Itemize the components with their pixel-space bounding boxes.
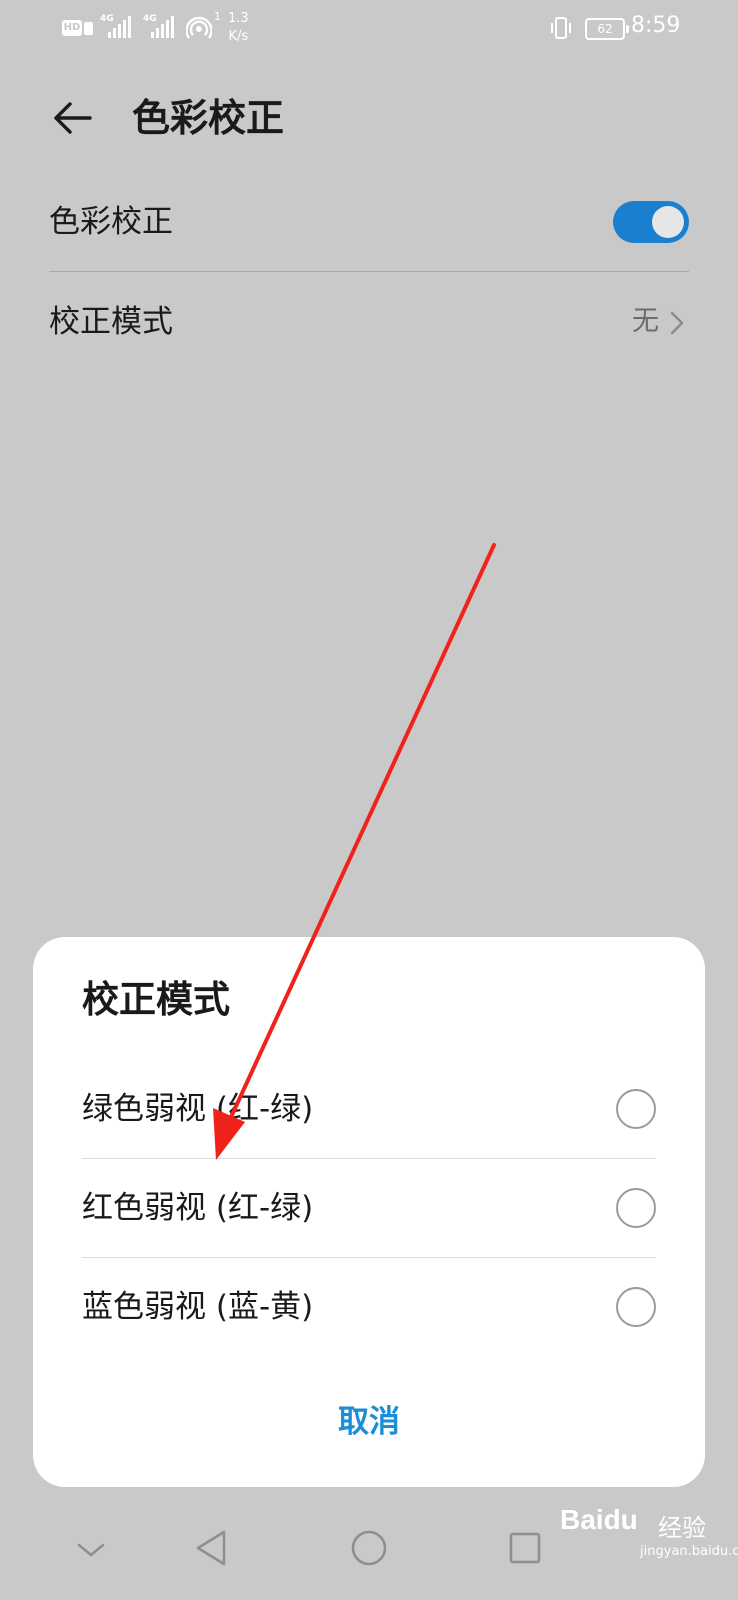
home-icon[interactable]	[347, 1526, 391, 1570]
radio-button[interactable]	[616, 1287, 656, 1327]
option-label: 红色弱视 (红-绿)	[82, 1190, 314, 1226]
option-deuteranomaly[interactable]: 绿色弱视 (红-绿)	[82, 1061, 656, 1157]
hotspot-count: 1	[214, 10, 221, 23]
nav-back-icon[interactable]	[190, 1526, 234, 1570]
correction-mode-dialog: 校正模式 绿色弱视 (红-绿) 红色弱视 (红-绿) 蓝色弱视 (蓝-黄) 取消	[33, 937, 705, 1487]
recent-apps-icon[interactable]	[505, 1528, 545, 1568]
color-correction-row[interactable]: 色彩校正	[49, 174, 689, 270]
correction-mode-label: 校正模式	[49, 304, 173, 340]
status-bar: HD 4G 4G 1 1.3 K/s 62 8:59	[0, 0, 738, 60]
signal-strength-icon: 4G	[143, 14, 177, 38]
option-tritanomaly[interactable]: 蓝色弱视 (蓝-黄)	[82, 1259, 656, 1355]
sim-card-icon	[84, 22, 93, 35]
hotspot-icon	[186, 16, 212, 39]
vibrate-icon	[551, 17, 571, 39]
battery-icon: 62	[585, 18, 629, 40]
color-correction-label: 色彩校正	[49, 204, 173, 240]
chevron-right-icon	[670, 311, 684, 335]
divider	[82, 1158, 656, 1159]
color-correction-switch[interactable]	[613, 201, 689, 243]
baidu-watermark-logo: Baidu 经验 jingyan.baidu.com	[560, 1504, 738, 1559]
cancel-button[interactable]: 取消	[33, 1392, 705, 1452]
dialog-title: 校正模式	[82, 978, 230, 1021]
page-title: 色彩校正	[132, 96, 285, 140]
option-protanomaly[interactable]: 红色弱视 (红-绿)	[82, 1160, 656, 1256]
chevron-down-icon[interactable]	[75, 1534, 107, 1566]
option-label: 蓝色弱视 (蓝-黄)	[82, 1289, 314, 1325]
radio-button[interactable]	[616, 1089, 656, 1129]
radio-button[interactable]	[616, 1188, 656, 1228]
app-header: 色彩校正	[0, 76, 738, 160]
option-label: 绿色弱视 (红-绿)	[82, 1091, 314, 1127]
correction-mode-value: 无	[632, 306, 659, 337]
divider	[82, 1257, 656, 1258]
network-speed: 1.3 K/s	[228, 11, 249, 44]
divider	[49, 271, 689, 272]
clock: 8:59	[631, 13, 681, 38]
back-arrow-icon[interactable]	[50, 96, 94, 140]
hd-voice-icon: HD	[62, 20, 82, 36]
switch-knob	[652, 206, 684, 238]
correction-mode-row[interactable]: 校正模式 无	[49, 274, 689, 370]
signal-strength-icon: 4G	[100, 14, 134, 38]
